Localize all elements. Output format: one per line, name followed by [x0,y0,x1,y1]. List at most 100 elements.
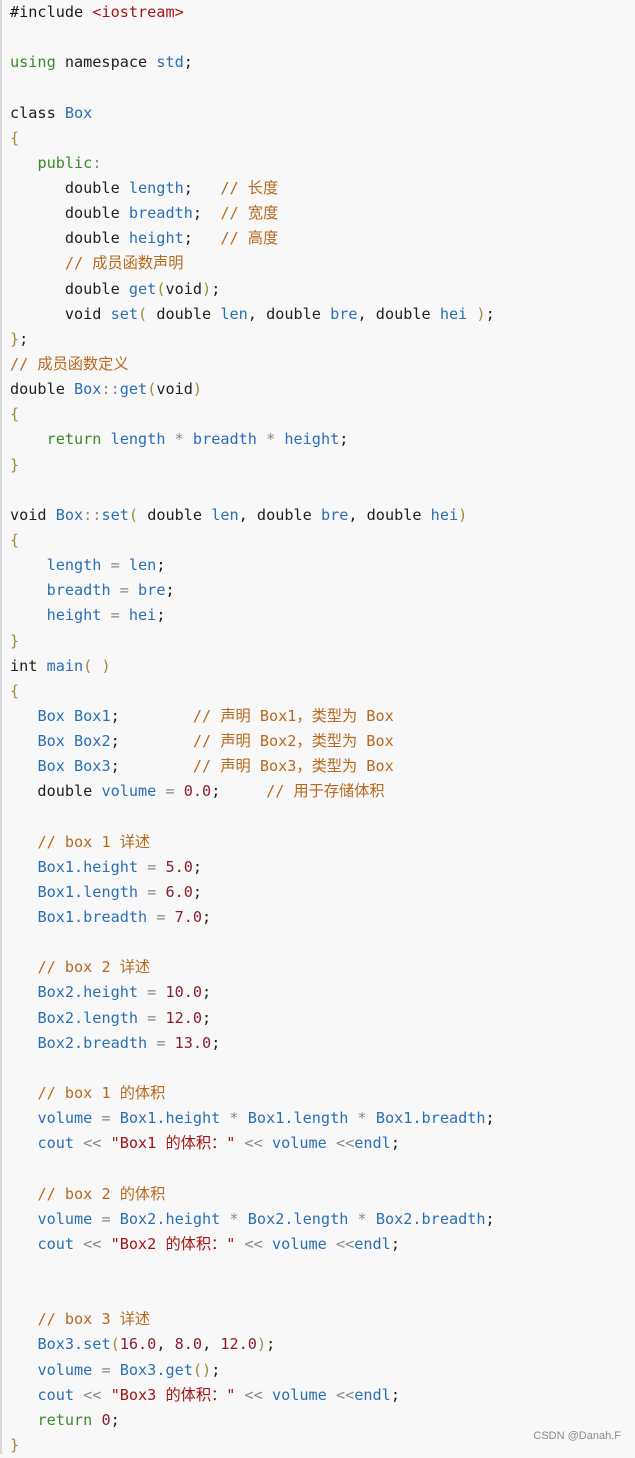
code-token: << [326,1385,355,1404]
code-token: << [326,1134,355,1153]
code-line: using namespace std; [10,50,495,75]
code-token: ) [476,304,486,323]
code-token: Box2.height [119,1209,221,1228]
code-token: Box2.length [37,1008,139,1027]
code-token: Box3.set [37,1335,111,1354]
code-token: ; [110,757,193,776]
code-token: ; [192,857,203,876]
code-token: // 用于存储体积 [266,782,385,801]
code-token: set [110,304,139,323]
code-token: length [128,178,184,197]
code-token: volume [271,1134,327,1153]
code-token: << [74,1134,111,1153]
code-token: double [147,304,221,323]
code-token: = [138,857,166,876]
code-token: double [10,380,75,399]
code-token: :: [101,380,120,399]
code-token: // box 1 详述 [37,832,151,851]
code-token: Box [74,380,102,399]
code-token: set [101,505,129,524]
code-token: , double [238,505,321,524]
code-token: height [46,606,102,625]
code-token: // box 3 详述 [37,1310,151,1329]
code-token: double [10,782,102,801]
code-token: Box2.breadth [375,1209,486,1228]
code-token: Box Box3 [37,757,111,776]
code-token: breadth [46,581,111,600]
code-token: Box [55,505,84,524]
code-token: 7.0 [174,908,203,927]
code-token: Box2.height [37,983,139,1002]
code-token: get [119,380,148,399]
code-line: cout << "Box3 的体积：" << volume <<endl; [10,1383,495,1408]
code-token: bre [320,505,349,524]
code-token: ; [485,1109,495,1128]
code-token: ; [485,304,495,323]
code-line: Box3.set(16.0, 8.0, 12.0); [10,1332,495,1357]
code-token: : [92,153,102,172]
code-token: len [128,556,157,575]
code-line: { [10,402,495,427]
code-token: cout [37,1385,75,1404]
code-token: endl [354,1385,391,1404]
code-token: ; [192,882,203,901]
code-lines: #include <iostream> using namespace std;… [10,0,495,1458]
code-token: ; [390,1234,400,1253]
code-line: } [10,1433,495,1458]
code-line: // box 2 详述 [10,955,495,980]
code-token: ( [138,304,148,323]
code-line: { [10,679,495,704]
code-token: Box1.breadth [37,908,148,927]
code-token: volume [271,1234,327,1253]
code-token: = [92,1109,120,1128]
code-line: breadth = bre; [10,578,495,603]
code-token: namespace [55,53,157,72]
code-line: volume = Box3.get(); [10,1358,495,1383]
code-token: void [165,279,203,298]
code-token: height [284,430,340,449]
code-line: Box2.length = 12.0; [10,1006,495,1031]
code-token: { [10,681,20,700]
code-line: return 0; [10,1408,495,1433]
code-token: ; [110,1410,120,1429]
code-token: public [37,153,93,172]
code-line: Box Box1; // 声明 Box1，类型为 Box [10,704,495,729]
code-line: } [10,629,495,654]
code-token: hei [128,606,157,625]
code-block: #include <iostream> using namespace std;… [0,0,635,1454]
code-token: hei [430,505,459,524]
code-token: // 成员函数定义 [10,354,129,373]
code-token: 10.0 [165,983,203,1002]
code-token: // 宽度 [220,204,279,223]
code-token: ; [110,706,193,725]
code-token: volume [37,1109,93,1128]
code-token: double [10,279,129,298]
code-token: = [138,1008,166,1027]
code-token: Box1.height [37,857,139,876]
code-line: Box2.height = 10.0; [10,980,495,1005]
code-line: // 成员函数声明 [10,251,495,276]
code-token: * [165,430,193,449]
code-token: () [192,1360,212,1379]
code-token: ; [211,1360,221,1379]
code-token: ; [202,1008,212,1027]
code-token: endl [354,1234,391,1253]
code-token: , double [247,304,331,323]
code-token: = [147,1033,175,1052]
code-token: ; [165,581,175,600]
code-token: ) [202,279,212,298]
code-token: ; [211,279,221,298]
code-line: double Box::get(void) [10,377,495,402]
